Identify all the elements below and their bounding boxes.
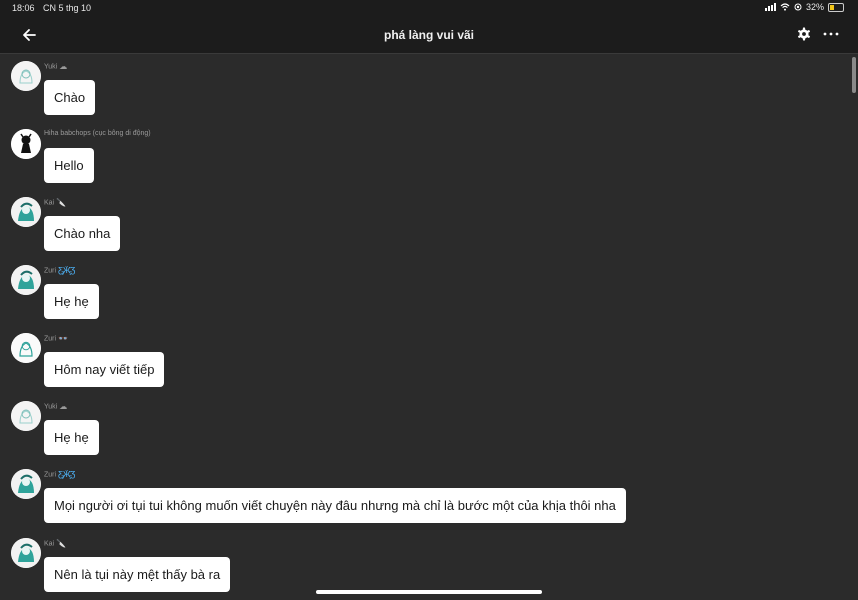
status-time: 18:06: [12, 3, 35, 13]
avatar[interactable]: [11, 129, 41, 159]
message-row: Zuri 👓 Hôm nay viết tiếp: [0, 326, 850, 390]
message-bubble[interactable]: Hello: [44, 148, 94, 183]
knife-icon: 🔪: [56, 198, 67, 207]
message-row: Yuki ☁ Hẹ hẹ: [0, 394, 850, 458]
message-bubble[interactable]: Hôm nay viết tiếp: [44, 352, 165, 387]
message-author: Yuki ☁: [44, 62, 68, 71]
butterfly-icon: Ƹ̵̡Ӝ̵̨̄Ʒ: [58, 266, 76, 275]
message-row: Hiha babchops (cục bông di động) Hello: [0, 122, 850, 186]
message-author: Kai 🔪: [44, 198, 67, 207]
cloud-icon: ☁: [59, 402, 68, 411]
message-bubble[interactable]: Chào: [44, 80, 96, 115]
message-bubble[interactable]: Mọi người ơi tụi tui không muốn viết chu…: [44, 488, 626, 523]
message-row: Zuri Ƹ̵̡Ӝ̵̨̄Ʒ Hẹ hẹ: [0, 258, 850, 322]
message-bubble[interactable]: Hẹ hẹ: [44, 420, 99, 455]
avatar[interactable]: [11, 61, 41, 91]
message-row: Zuri Ƹ̵̡Ӝ̵̨̄Ʒ Mọi người ơi tụi tui không …: [0, 462, 850, 526]
battery-icon: [828, 2, 844, 12]
message-bubble[interactable]: Hẹ hẹ: [44, 284, 99, 319]
message-row: Kai 🔪 Chào nha: [0, 190, 850, 254]
message-author: Hiha babchops (cục bông di động): [44, 130, 151, 137]
chat-title: phá làng vui vãi: [383, 28, 475, 42]
avatar[interactable]: [11, 265, 41, 295]
status-bar: 18:06 CN 5 thg 10 32%: [0, 0, 858, 16]
message-row: Yuki ☁ Chào: [0, 54, 850, 118]
chat-header: phá làng vui vãi: [0, 16, 858, 54]
status-indicators: 32%: [764, 2, 844, 12]
message-bubble[interactable]: Nên là tụi này mệt thấy bà ra: [44, 557, 231, 592]
scrollbar[interactable]: [852, 57, 856, 93]
location-icon: [794, 3, 802, 11]
cloud-icon: ☁: [59, 62, 68, 71]
message-author: Zuri 👓: [44, 334, 69, 343]
battery-percent: 32%: [805, 2, 824, 12]
home-indicator[interactable]: [316, 590, 542, 594]
wifi-icon: [780, 3, 790, 11]
avatar[interactable]: [11, 401, 41, 431]
knife-icon: 🔪: [56, 539, 67, 548]
message-row: Kai 🔪 Nên là tụi này mệt thấy bà ra: [0, 531, 850, 595]
glasses-icon: 👓: [58, 334, 69, 343]
signal-icon: [764, 3, 776, 11]
message-bubble[interactable]: Chào nha: [44, 216, 121, 251]
message-author: Yuki ☁: [44, 402, 68, 411]
message-author: Zuri Ƹ̵̡Ӝ̵̨̄Ʒ: [44, 470, 76, 479]
avatar[interactable]: [11, 197, 41, 227]
butterfly-icon: Ƹ̵̡Ӝ̵̨̄Ʒ: [58, 470, 76, 479]
avatar[interactable]: [11, 538, 41, 568]
message-author: Zuri Ƹ̵̡Ӝ̵̨̄Ʒ: [44, 266, 76, 275]
more-options-icon[interactable]: [822, 26, 840, 42]
avatar[interactable]: [11, 333, 41, 363]
message-list[interactable]: Yuki ☁ Chào Hiha babchops (cục bông di độ…: [0, 54, 850, 600]
message-author: Kai 🔪: [44, 539, 67, 548]
status-date: CN 5 thg 10: [43, 3, 92, 13]
gear-icon[interactable]: [796, 26, 812, 42]
avatar[interactable]: [11, 469, 41, 499]
